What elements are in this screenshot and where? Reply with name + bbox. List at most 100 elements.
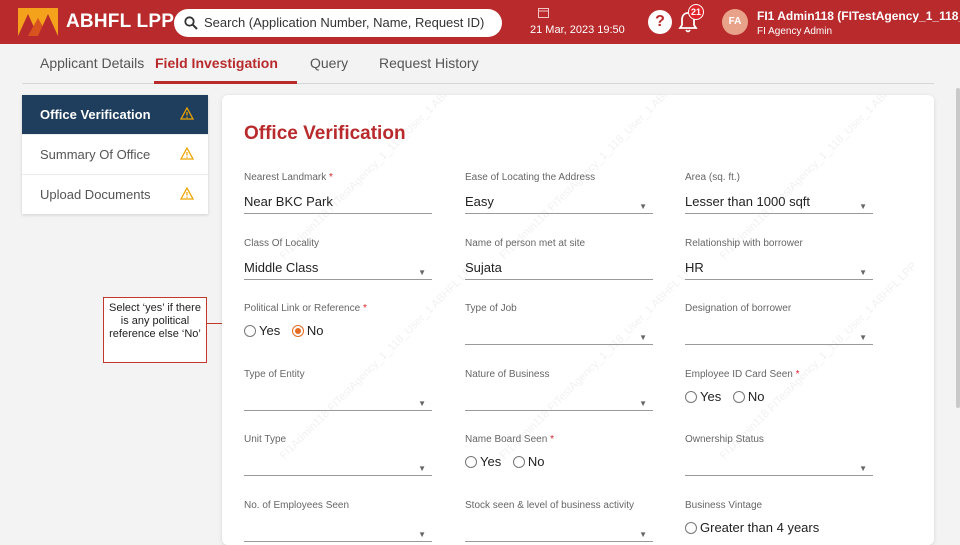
- nature-of-business-field: Nature of Business ▼: [465, 369, 653, 411]
- scrollbar[interactable]: [956, 88, 960, 408]
- stock-seen-select[interactable]: ▼: [465, 520, 653, 542]
- political-link-yes-option[interactable]: Yes: [244, 323, 280, 338]
- warning-icon: [180, 187, 194, 200]
- annotation-callout: Select ‘yes’ if there is any political r…: [103, 297, 207, 363]
- unit-type-field: Unit Type ▼: [244, 434, 432, 476]
- ownership-status-select[interactable]: ▼: [685, 454, 873, 476]
- business-vintage-field: Business Vintage Greater than 4 years: [685, 500, 873, 535]
- political-link-no-option[interactable]: No: [291, 323, 324, 338]
- chevron-down-icon: ▼: [859, 268, 867, 277]
- tab-applicant-details[interactable]: Applicant Details: [40, 55, 144, 71]
- employees-seen-field: No. of Employees Seen ▼: [244, 500, 432, 542]
- select-value: HR: [685, 260, 704, 275]
- chevron-down-icon: ▼: [418, 464, 426, 473]
- radio-label: Yes: [259, 323, 281, 338]
- radio-button[interactable]: [512, 455, 525, 468]
- radio-button[interactable]: [685, 521, 697, 534]
- search-placeholder: Search (Application Number, Name, Reques…: [204, 15, 485, 30]
- required-mark: *: [795, 369, 800, 380]
- employee-id-no-option[interactable]: No: [732, 389, 764, 404]
- person-met-input[interactable]: Sujata: [465, 258, 653, 280]
- field-label: Ease of Locating the Address: [465, 172, 596, 183]
- business-vintage-radio-group: Greater than 4 years: [685, 520, 827, 535]
- chevron-down-icon: ▼: [639, 530, 647, 539]
- user-role: FI Agency Admin: [757, 26, 833, 37]
- radio-button[interactable]: [732, 390, 745, 403]
- radio-label: No: [306, 323, 324, 338]
- nature-of-business-select[interactable]: ▼: [465, 389, 653, 411]
- brand-logo-icon[interactable]: [18, 8, 58, 36]
- tab-request-history[interactable]: Request History: [379, 55, 479, 71]
- unit-type-select[interactable]: ▼: [244, 454, 432, 476]
- required-mark: *: [550, 434, 554, 445]
- search-input[interactable]: Search (Application Number, Name, Reques…: [174, 9, 502, 37]
- sidebar-item-office-verification[interactable]: Office Verification: [22, 95, 208, 135]
- relationship-select[interactable]: HR ▼: [685, 258, 873, 280]
- employees-seen-select[interactable]: ▼: [244, 520, 432, 542]
- employee-id-seen-field: Employee ID Card Seen * Yes No: [685, 369, 873, 404]
- ease-locating-field: Ease of Locating the Address Easy ▼: [465, 172, 653, 214]
- political-link-radio-group: Yes No: [244, 323, 331, 338]
- required-mark: *: [362, 303, 367, 314]
- sidebar-item-summary-of-office[interactable]: Summary Of Office: [22, 135, 208, 175]
- form-title: Office Verification: [244, 123, 406, 144]
- business-vintage-option[interactable]: Greater than 4 years: [685, 520, 819, 535]
- chevron-down-icon: ▼: [639, 333, 647, 342]
- select-value: Lesser than 1000 sqft: [685, 194, 811, 209]
- class-locality-select[interactable]: Middle Class ▼: [244, 258, 432, 280]
- type-of-job-select[interactable]: ▼: [465, 323, 653, 345]
- tab-query[interactable]: Query: [310, 55, 348, 71]
- radio-button[interactable]: [244, 324, 256, 337]
- brand-name[interactable]: ABHFL LPP: [66, 11, 174, 33]
- chevron-down-icon: ▼: [859, 464, 867, 473]
- radio-button[interactable]: [291, 324, 304, 337]
- radio-button[interactable]: [465, 455, 477, 468]
- avatar[interactable]: FA: [722, 9, 748, 35]
- name-board-seen-field: Name Board Seen * Yes No: [465, 434, 653, 469]
- radio-label: Yes: [480, 454, 502, 469]
- chevron-down-icon: ▼: [418, 399, 426, 408]
- top-bar: ABHFL LPP Search (Application Number, Na…: [0, 0, 960, 44]
- warning-icon: [180, 147, 194, 160]
- field-label: Type of Job: [465, 303, 517, 314]
- tab-bar: Applicant Details Field Investigation Qu…: [22, 44, 934, 84]
- field-label: Name Board Seen: [465, 434, 548, 445]
- sidebar-item-upload-documents[interactable]: Upload Documents: [22, 175, 208, 215]
- stock-seen-field: Stock seen & level of business activity …: [465, 500, 653, 542]
- watermark: FI1Admin118 FITestAgency_1_118_User_1 AB…: [717, 260, 920, 462]
- field-label: Nature of Business: [465, 369, 550, 380]
- chevron-down-icon: ▼: [639, 202, 647, 211]
- field-label: Name of person met at site: [465, 238, 586, 249]
- field-label: Ownership Status: [685, 434, 764, 445]
- field-label: Relationship with borrower: [685, 238, 803, 249]
- designation-select[interactable]: ▼: [685, 323, 873, 345]
- tab-field-investigation[interactable]: Field Investigation: [155, 55, 278, 71]
- field-label: Employee ID Card Seen: [685, 369, 793, 380]
- field-label: Area (sq. ft.): [685, 172, 741, 183]
- name-board-no-option[interactable]: No: [512, 454, 544, 469]
- radio-button[interactable]: [685, 390, 697, 403]
- watermark: FI1Admin118 FITestAgency_1_118_User_1 AB…: [497, 260, 700, 462]
- ease-locating-select[interactable]: Easy ▼: [465, 192, 653, 214]
- area-field: Area (sq. ft.) Lesser than 1000 sqft ▼: [685, 172, 873, 214]
- sidebar-item-label: Summary Of Office: [40, 147, 151, 162]
- employee-id-yes-option[interactable]: Yes: [685, 389, 721, 404]
- nearest-landmark-input[interactable]: Near BKC Park: [244, 192, 432, 214]
- section-sidebar: Office Verification Summary Of Office Up…: [22, 95, 208, 214]
- field-label: Designation of borrower: [685, 303, 792, 314]
- watermark: FI1Admin118 FITestAgency_1_118_User_1 AB…: [277, 260, 480, 462]
- help-icon[interactable]: ?: [648, 10, 672, 34]
- select-value: Middle Class: [244, 260, 319, 275]
- select-value: Easy: [465, 194, 494, 209]
- name-board-yes-option[interactable]: Yes: [465, 454, 501, 469]
- area-select[interactable]: Lesser than 1000 sqft ▼: [685, 192, 873, 214]
- radio-label: Yes: [700, 389, 722, 404]
- type-of-entity-select[interactable]: ▼: [244, 389, 432, 411]
- relationship-field: Relationship with borrower HR ▼: [685, 238, 873, 280]
- radio-label: Greater than 4 years: [700, 520, 820, 535]
- political-link-field: Political Link or Reference * Yes No: [244, 303, 432, 338]
- chevron-down-icon: ▼: [859, 333, 867, 342]
- office-verification-form: FI1Admin118 FITestAgency_1_118_User_1 AB…: [222, 95, 934, 545]
- user-name[interactable]: FI1 Admin118 (FITestAgency_1_118_Use: [757, 9, 960, 23]
- datetime-text: 21 Mar, 2023 19:50: [530, 24, 625, 36]
